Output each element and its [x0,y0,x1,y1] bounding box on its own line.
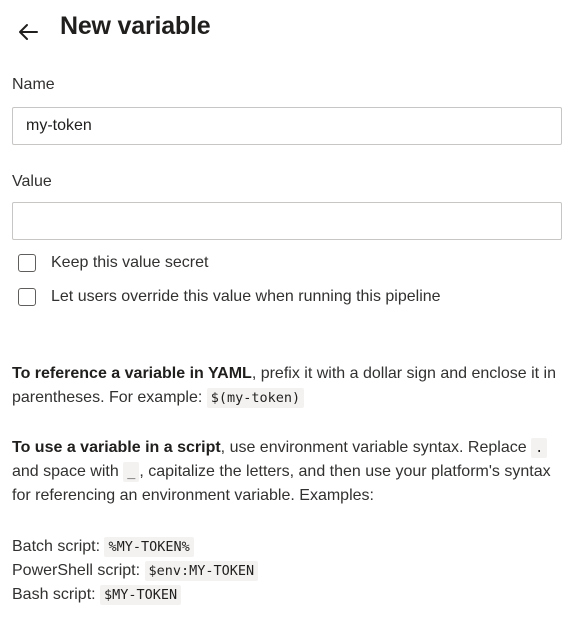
script-help-text: To use a variable in a script, use envir… [12,436,564,508]
example-code: $MY-TOKEN [100,585,182,605]
back-button[interactable] [12,16,44,48]
example-batch: Batch script: %MY-TOKEN% [12,535,564,559]
panel-header: New variable [0,0,573,60]
keep-secret-checkbox[interactable]: Keep this value secret [18,252,208,274]
yaml-help-heading: To reference a variable in YAML [12,365,252,382]
dot-code: . [531,438,548,458]
example-code: $env:MY-TOKEN [144,561,259,581]
underscore-code: _ [123,462,140,482]
page-title: New variable [60,12,211,40]
script-help-heading: To use a variable in a script [12,439,221,456]
name-input[interactable] [12,107,562,145]
example-label: PowerShell script: [12,562,145,579]
value-input[interactable] [12,202,562,240]
yaml-help-text: To reference a variable in YAML, prefix … [12,362,564,410]
script-help-body-1: , use environment variable syntax. Repla… [220,439,532,456]
name-label: Name [12,76,55,93]
script-help-body-2: and space with [12,463,124,480]
value-label: Value [12,173,52,190]
example-label: Bash script: [12,586,101,603]
allow-override-label: Let users override this value when runni… [51,288,441,305]
example-bash: Bash script: $MY-TOKEN [12,583,564,607]
checkbox-box[interactable] [18,254,36,272]
example-powershell: PowerShell script: $env:MY-TOKEN [12,559,564,583]
example-label: Batch script: [12,538,105,555]
keep-secret-label: Keep this value secret [51,254,209,271]
arrow-left-icon [19,24,38,40]
example-code: %MY-TOKEN% [104,537,194,557]
allow-override-checkbox[interactable]: Let users override this value when runni… [18,286,441,308]
checkbox-box[interactable] [18,288,36,306]
script-examples: Batch script: %MY-TOKEN% PowerShell scri… [12,535,564,607]
yaml-example-code: $(my-token) [206,388,305,408]
